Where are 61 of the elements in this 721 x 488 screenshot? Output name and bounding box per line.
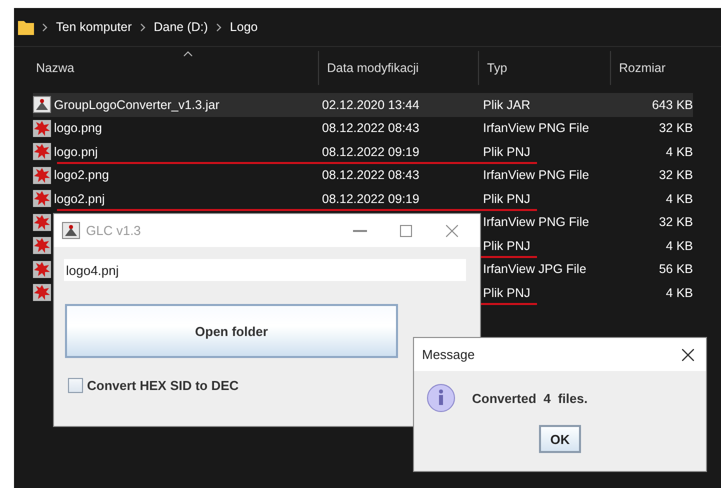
file-date: 02.12.2020 13:44 xyxy=(322,98,420,112)
message-text: Converted 4 files. xyxy=(472,390,588,406)
window-title: GLC v1.3 xyxy=(86,223,142,238)
file-date: 08.12.2022 09:19 xyxy=(322,192,420,206)
file-type: Plik PNJ xyxy=(483,144,532,159)
minimize-icon[interactable] xyxy=(353,230,367,232)
splat-icon xyxy=(33,284,51,302)
file-type: Plik JAR xyxy=(483,98,532,112)
file-name: logo2.pnj xyxy=(54,192,106,206)
file-type: Plik PNJ xyxy=(483,192,532,206)
file-size: 643 KB xyxy=(650,98,693,112)
file-type: IrfanView PNG File xyxy=(483,168,590,182)
checkbox-label: Convert HEX SID to DEC xyxy=(87,378,239,393)
app-icon xyxy=(62,222,80,239)
app-icon xyxy=(33,96,51,114)
file-date: 08.12.2022 09:19 xyxy=(322,144,420,159)
ok-button[interactable]: OK xyxy=(539,425,581,453)
info-icon xyxy=(426,383,456,413)
file-name-field[interactable]: logo4.pnj xyxy=(64,259,466,281)
checkbox[interactable] xyxy=(68,378,83,393)
file-size: 32 KB xyxy=(658,121,693,136)
file-size: 4 KB xyxy=(664,238,693,253)
file-type: Plik PNJ xyxy=(483,238,532,253)
file-size: 56 KB xyxy=(658,262,693,276)
splat-icon xyxy=(33,143,51,160)
column-header[interactable]: Rozmiar xyxy=(610,51,695,85)
file-date: 08.12.2022 08:43 xyxy=(322,168,420,182)
breadcrumb-item[interactable]: Dane (D:) xyxy=(154,20,208,34)
file-type: IrfanView JPG File xyxy=(483,262,588,276)
chevron-right-icon xyxy=(42,22,48,32)
file-type: IrfanView PNG File xyxy=(483,121,590,136)
splat-icon xyxy=(33,214,51,231)
file-size: 4 KB xyxy=(664,144,693,159)
file-name: logo.png xyxy=(54,121,103,136)
file-date: 08.12.2022 08:43 xyxy=(322,121,420,136)
file-type: IrfanView PNG File xyxy=(483,215,590,230)
splat-icon xyxy=(33,237,51,254)
column-header[interactable]: Nazwa xyxy=(28,51,318,85)
open-folder-button[interactable]: Open folder xyxy=(65,304,398,358)
splat-icon xyxy=(33,166,51,184)
column-header[interactable]: Typ xyxy=(478,51,610,85)
file-name: logo2.png xyxy=(54,168,110,182)
dialog-title: Message xyxy=(422,347,476,362)
splat-icon xyxy=(33,190,51,208)
file-size: 32 KB xyxy=(658,168,693,182)
chevron-right-icon xyxy=(140,22,146,32)
splat-icon xyxy=(33,120,51,137)
splat-icon xyxy=(33,260,51,278)
column-header[interactable]: Data modyfikacji xyxy=(318,51,478,85)
file-name: logo.pnj xyxy=(54,144,99,159)
file-size: 32 KB xyxy=(658,215,693,230)
file-name: GroupLogoConverter_v1.3.jar xyxy=(54,98,220,112)
file-type: Plik PNJ xyxy=(483,286,532,300)
file-size: 4 KB xyxy=(664,192,693,206)
folder-icon xyxy=(18,20,34,34)
file-size: 4 KB xyxy=(664,286,693,300)
breadcrumb-item[interactable]: Ten komputer xyxy=(56,20,132,34)
maximize-icon[interactable] xyxy=(400,224,412,236)
sort-up-icon xyxy=(183,51,193,57)
breadcrumb-item[interactable]: Logo xyxy=(230,20,258,34)
chevron-right-icon xyxy=(216,22,222,32)
